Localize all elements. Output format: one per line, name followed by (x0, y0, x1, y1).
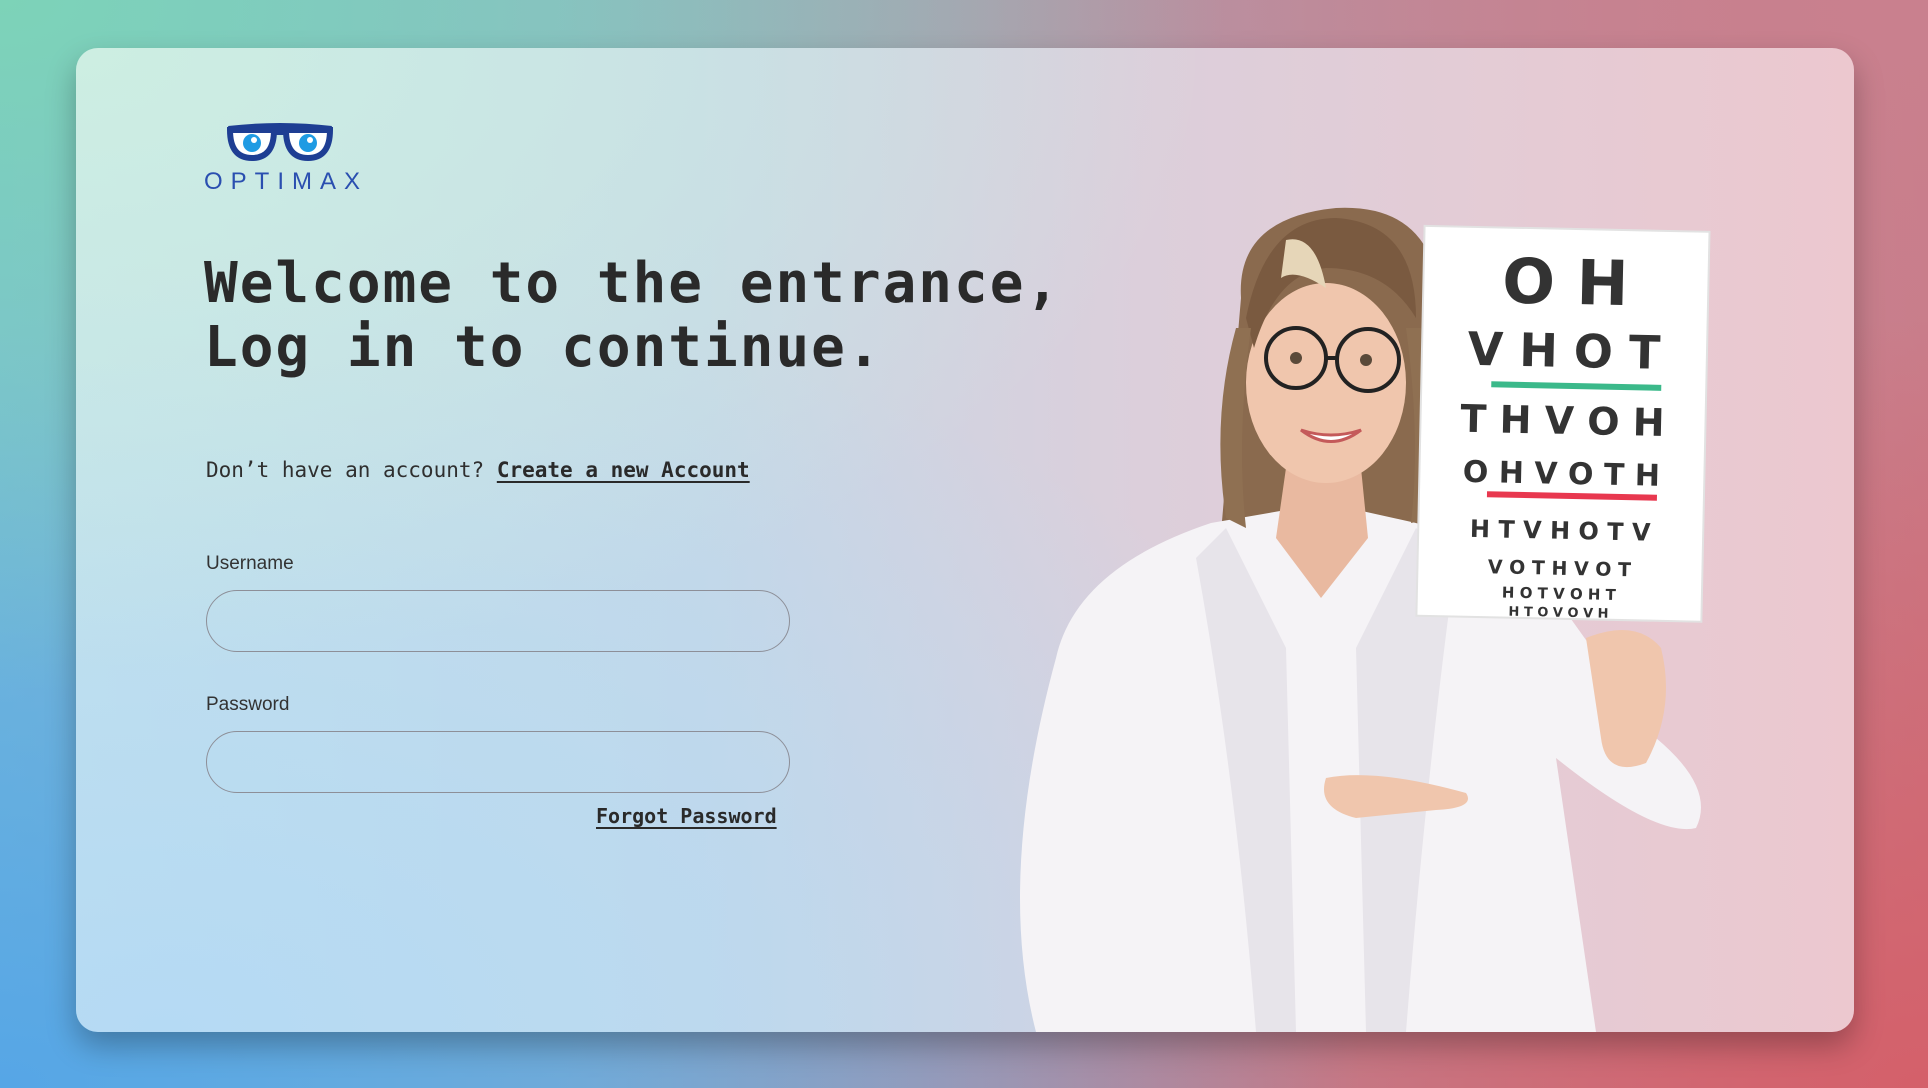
chart-row-4: O H V O T H (1463, 455, 1661, 494)
signup-row: Don’t have an account? Create a new Acco… (206, 458, 750, 482)
chart-row-8: H T O V O V H (1508, 605, 1608, 622)
password-label: Password (206, 694, 290, 715)
chart-row-1: O H (1502, 244, 1630, 320)
page-title: Welcome to the entrance, Log in to conti… (204, 251, 1062, 380)
chart-row-6: V O T H V O T (1488, 556, 1632, 581)
brand-name: OPTIMAX (204, 168, 369, 195)
signup-prompt: Don’t have an account? (206, 458, 485, 482)
doctor-illustration: O H V H O T T H V O H O H V O T H H T V … (1020, 207, 1711, 1032)
create-account-link[interactable]: Create a new Account (497, 458, 750, 482)
password-input[interactable] (206, 731, 790, 793)
username-input[interactable] (206, 590, 790, 652)
chart-row-7: H O T V O H T (1502, 584, 1617, 604)
chart-row-2: V H O T (1467, 322, 1661, 380)
login-card: OPTIMAX Welcome to the entrance, Log in … (76, 48, 1854, 1032)
brand-logo[interactable]: OPTIMAX (204, 120, 374, 196)
forgot-password-link[interactable]: Forgot Password (596, 804, 777, 828)
eye-chart: O H V H O T T H V O H O H V O T H H T V … (1415, 224, 1711, 623)
chart-row-5: H T V H O T V (1470, 515, 1652, 547)
chart-row-3: T H V O H (1460, 397, 1665, 445)
glasses-icon (226, 123, 334, 162)
username-label: Username (206, 553, 294, 574)
